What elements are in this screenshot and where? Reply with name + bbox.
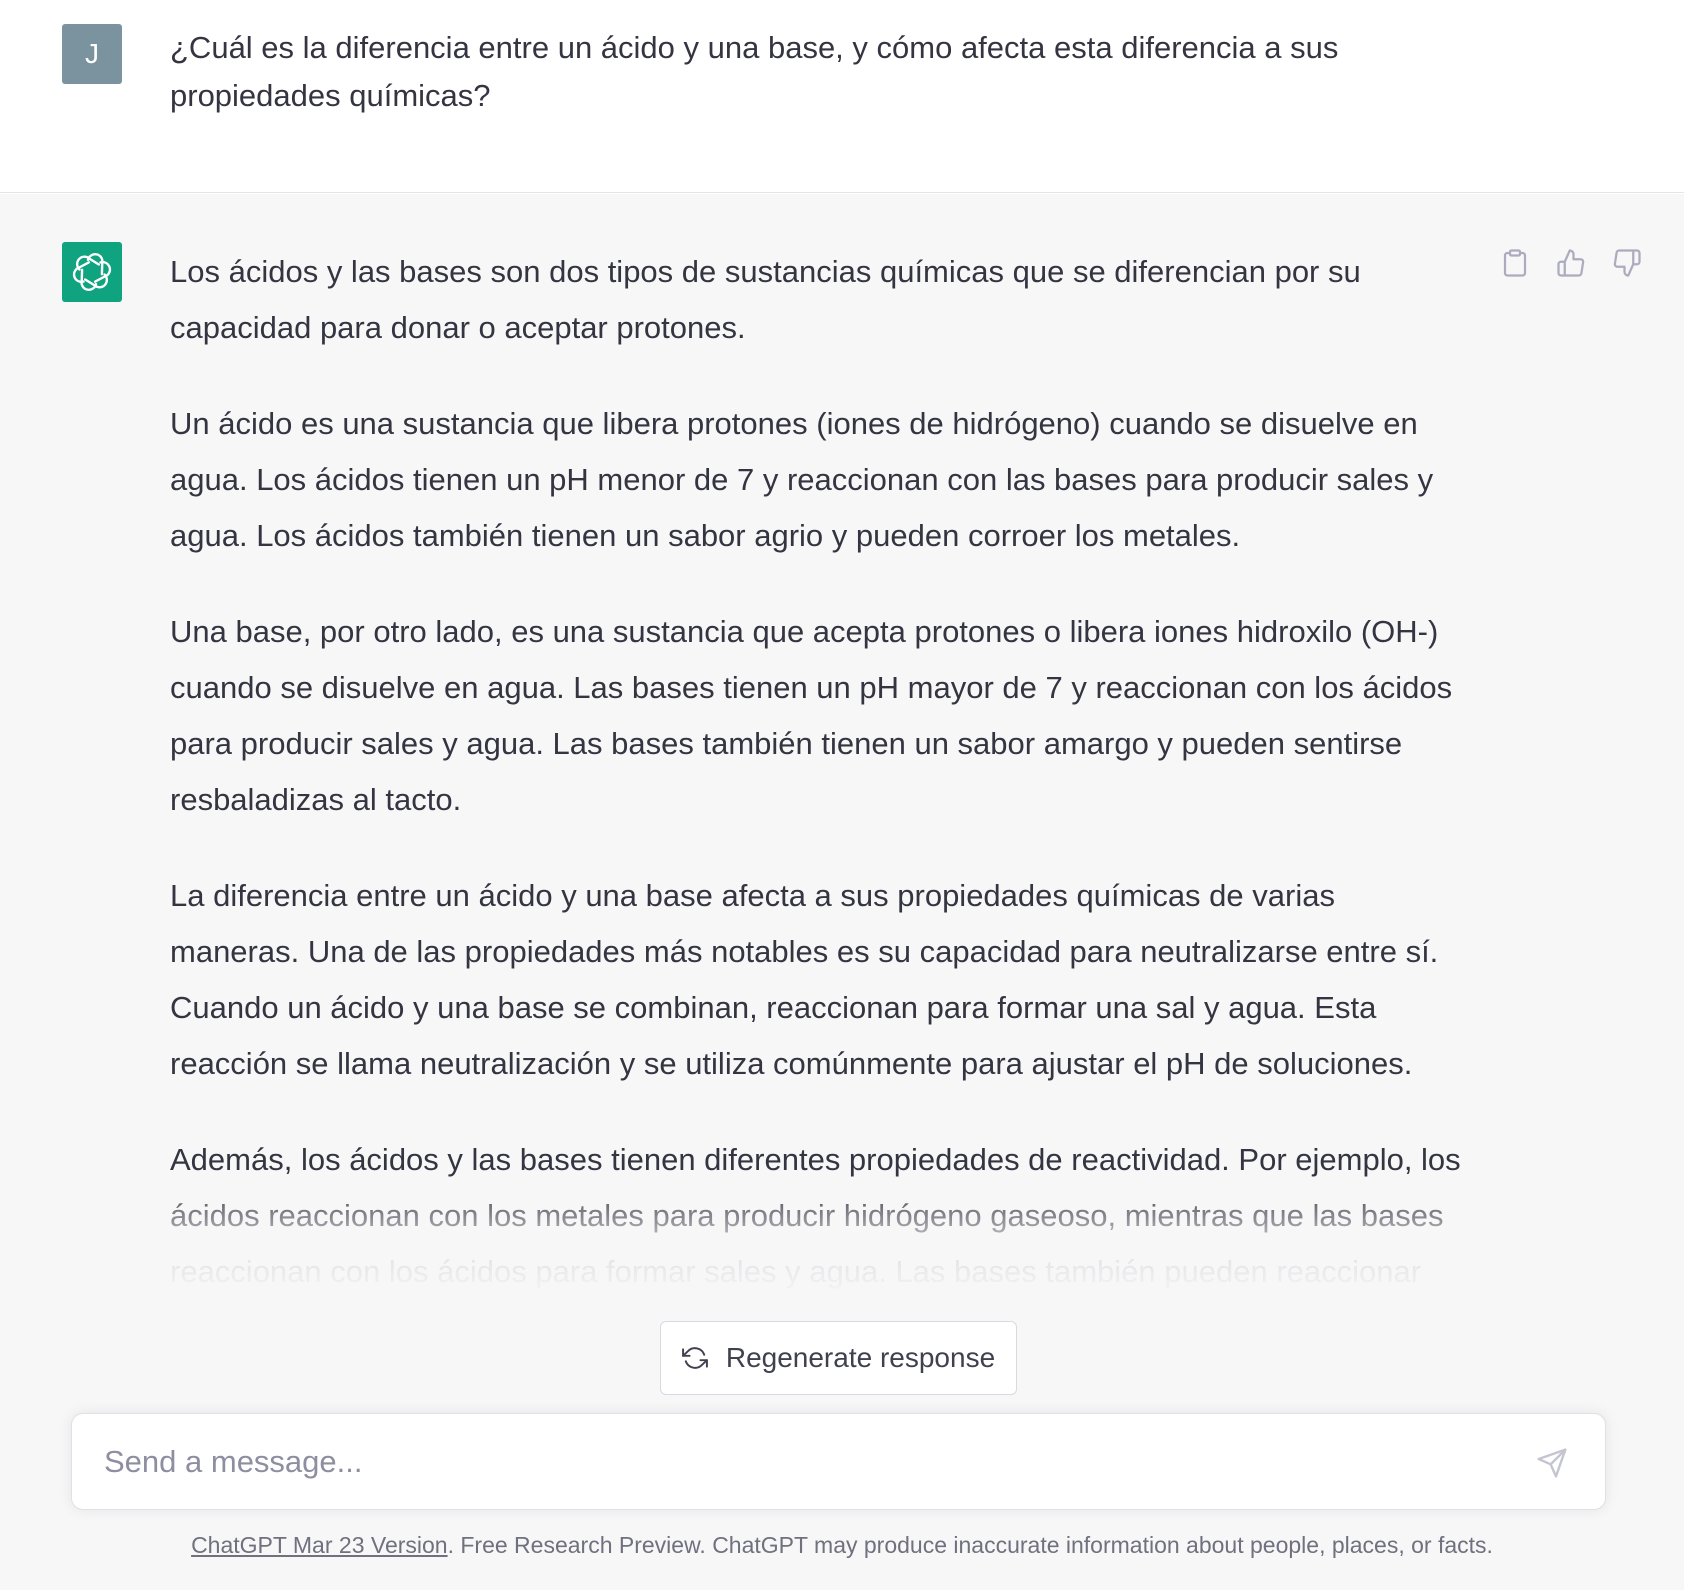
send-button[interactable] [1533, 1444, 1571, 1482]
thumbs-up-button[interactable] [1554, 246, 1588, 280]
send-icon [1537, 1448, 1567, 1478]
user-avatar: J [62, 24, 122, 84]
clipboard-icon [1503, 249, 1527, 277]
thumbs-up-icon [1557, 249, 1585, 277]
assistant-paragraph: Un ácido es una sustancia que libera pro… [170, 406, 1434, 553]
regenerate-response-button[interactable]: Regenerate response [660, 1321, 1017, 1395]
assistant-paragraph: Los ácidos y las bases son dos tipos de … [170, 254, 1361, 345]
thumbs-down-icon [1613, 249, 1641, 277]
assistant-paragraph: La diferencia entre un ácido y una base … [170, 878, 1439, 1081]
user-message-text: ¿Cuál es la diferencia entre un ácido y … [170, 30, 1339, 113]
copy-button[interactable] [1498, 246, 1532, 280]
message-composer [71, 1413, 1606, 1510]
version-link[interactable]: ChatGPT Mar 23 Version [191, 1532, 448, 1558]
assistant-paragraph: Una base, por otro lado, es una sustanci… [170, 614, 1453, 817]
message-actions [1498, 246, 1644, 280]
footer-text: . Free Research Preview. ChatGPT may pro… [447, 1532, 1493, 1558]
user-message-row: J ¿Cuál es la diferencia entre un ácido … [0, 0, 1684, 193]
footer-disclaimer: ChatGPT Mar 23 Version. Free Research Pr… [0, 1532, 1684, 1559]
assistant-avatar [62, 242, 122, 302]
message-input[interactable] [104, 1436, 1484, 1488]
thumbs-down-button[interactable] [1610, 246, 1644, 280]
openai-logo-icon [72, 253, 112, 291]
refresh-icon [681, 1347, 708, 1369]
regenerate-label: Regenerate response [725, 1342, 996, 1373]
